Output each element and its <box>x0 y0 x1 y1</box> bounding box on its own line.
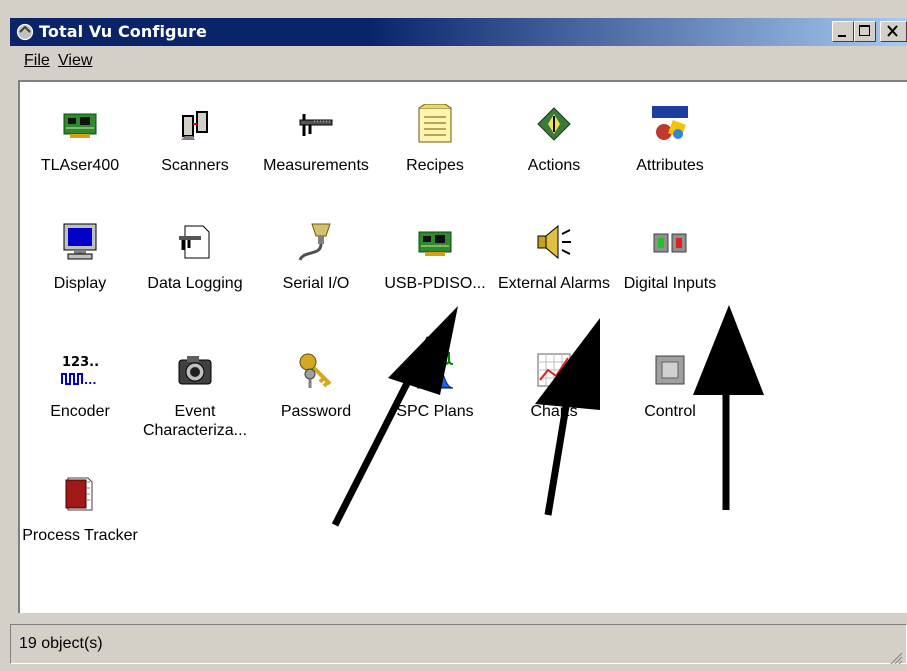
menu-file-label: File <box>24 52 50 69</box>
item-tlaser400[interactable]: TLAser400 <box>20 104 140 175</box>
app-window: Total Vu Configure File View TLAser400 S… <box>0 0 907 671</box>
item-serial-io[interactable]: Serial I/O <box>256 222 376 293</box>
item-label: External Alarms <box>497 275 611 292</box>
item-recipes[interactable]: Recipes <box>375 104 495 175</box>
item-label: Charts <box>530 403 578 420</box>
book-icon <box>65 477 93 511</box>
item-event-characterization[interactable]: Event Characteriza... <box>135 350 255 440</box>
recipe-card-icon <box>418 104 452 143</box>
item-label: Process Tracker <box>22 527 138 544</box>
item-label: USB-PDISO... <box>384 275 486 292</box>
title-bar[interactable]: Total Vu Configure <box>10 18 907 46</box>
scanner-icon <box>181 111 208 140</box>
status-panel: 19 object(s) <box>10 624 907 664</box>
serial-connector-icon <box>298 223 331 261</box>
minimize-button[interactable] <box>832 21 854 42</box>
menu-file[interactable]: File <box>24 52 50 70</box>
item-label: Encoder <box>50 403 110 420</box>
item-data-logging[interactable]: Data Logging <box>135 222 255 293</box>
item-label: Measurements <box>263 157 369 174</box>
menu-view-label: View <box>58 52 93 69</box>
app-icon <box>16 23 34 41</box>
item-charts[interactable]: Charts <box>494 350 614 421</box>
item-label: Recipes <box>406 157 464 174</box>
menu-bar: File View <box>10 48 907 76</box>
menu-view[interactable]: View <box>58 52 92 70</box>
bell-curve-icon <box>416 352 454 389</box>
item-attributes[interactable]: Attributes <box>610 104 730 175</box>
item-process-tracker[interactable]: Process Tracker <box>20 474 140 545</box>
item-label: Display <box>53 275 107 292</box>
item-spc-plans[interactable]: SPC Plans <box>375 350 495 421</box>
svg-text:...: ... <box>84 374 97 387</box>
window-title: Total Vu Configure <box>39 22 208 41</box>
chart-grid-icon <box>537 353 571 387</box>
item-encoder[interactable]: 123... ... Encoder <box>20 350 140 421</box>
digital-inputs-icon <box>653 233 687 253</box>
item-label: Password <box>280 403 352 420</box>
keys-icon <box>299 353 332 388</box>
item-label: Event Characteriza... <box>142 403 248 439</box>
resize-grip-icon[interactable] <box>889 651 903 665</box>
caliper-icon <box>299 114 333 136</box>
circuit-board-icon <box>418 231 452 256</box>
close-icon <box>887 25 898 37</box>
close-button[interactable] <box>880 21 907 42</box>
item-usb-pdiso[interactable]: USB-PDISO... <box>375 222 495 293</box>
item-actions[interactable]: Actions <box>494 104 614 175</box>
item-label: Actions <box>527 157 581 174</box>
camera-icon <box>178 356 212 385</box>
monitor-icon <box>63 223 97 260</box>
control-icon <box>655 355 685 385</box>
item-scanners[interactable]: Scanners <box>135 104 255 175</box>
item-label: Attributes <box>636 157 704 174</box>
item-label: Serial I/O <box>282 275 350 292</box>
item-label: Digital Inputs <box>623 275 717 292</box>
svg-text:123...: 123... <box>62 355 100 370</box>
speaker-alarm-icon <box>537 224 571 260</box>
item-label: Scanners <box>161 157 229 174</box>
status-bar: 19 object(s) <box>10 620 907 671</box>
circuit-board-icon <box>63 113 97 138</box>
item-label: Control <box>644 403 696 420</box>
status-text: 19 object(s) <box>19 635 103 652</box>
item-digital-inputs[interactable]: Digital Inputs <box>610 222 730 293</box>
actions-diamond-icon <box>537 107 571 141</box>
encoder-pulse-icon: 123... ... <box>61 355 100 387</box>
item-view: TLAser400 Scanners Measurements Recipes … <box>18 80 907 613</box>
item-display[interactable]: Display <box>20 222 140 293</box>
item-control[interactable]: Control <box>610 350 730 421</box>
data-logging-icon <box>179 225 210 259</box>
item-measurements[interactable]: Measurements <box>256 104 376 175</box>
attributes-icon <box>652 106 688 140</box>
item-label: Data Logging <box>147 275 243 292</box>
minimize-icon <box>838 35 846 37</box>
item-external-alarms[interactable]: External Alarms <box>494 222 614 293</box>
item-label: SPC Plans <box>396 403 474 420</box>
maximize-icon <box>859 25 870 36</box>
item-label: TLAser400 <box>40 157 120 174</box>
item-password[interactable]: Password <box>256 350 376 421</box>
maximize-button[interactable] <box>854 21 876 42</box>
